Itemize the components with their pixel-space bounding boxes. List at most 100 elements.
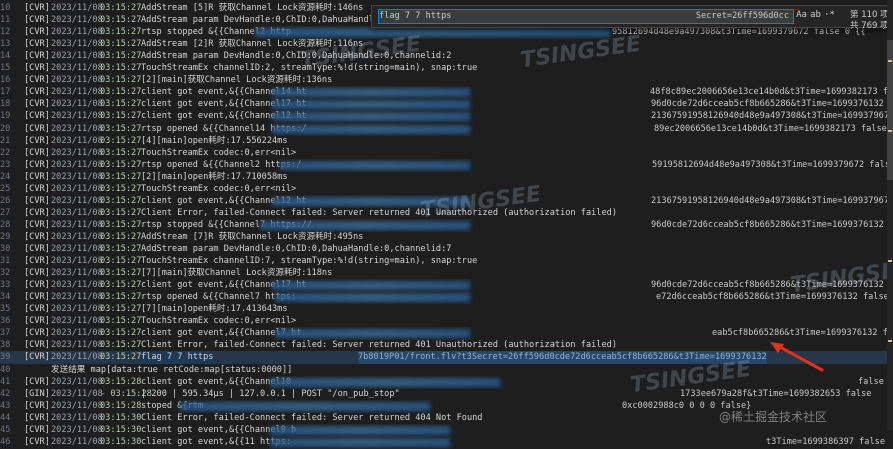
log-line[interactable]: 35 [CVR] 2023/11/08 03:15:27 [7][main]open耗时… [0,303,893,316]
log-line[interactable]: 39 [CVR] 2023/11/08 03:15:27 flag 7 7 https 7… [0,351,893,365]
log-line[interactable]: 32 [CVR] 2023/11/08 03:15:27 [7][main]获取Chan… [0,267,893,280]
log-line[interactable]: 18 [CVR] 2023/11/08 03:15:27 client got even… [0,98,893,111]
log-line[interactable]: 22 [CVR] 2023/11/08 03:15:27 TouchStreamEx c… [0,147,893,160]
log-message: AddStream [7]R 获取Channel Lock资源耗时:495ns [141,231,364,242]
log-date: 2023/11/08 [51,304,103,315]
log-line[interactable]: 46 [CVR] 2023/11/08 03:15:30 client got even… [0,436,893,449]
log-level-tag: [CVR] [24,219,50,230]
log-line[interactable]: 19 [CVR] 2023/11/08 03:15:27 client got even… [0,110,893,123]
log-line[interactable]: 30 [CVR] 2023/11/08 03:15:27 AddStream param… [0,243,893,256]
line-number: 18 [0,99,11,110]
log-message-tail: t3Time=1699386397 false [766,436,885,447]
log-line[interactable]: 17 [CVR] 2023/11/08 03:15:27 client got even… [0,86,893,99]
log-date: 2023/11/08 [51,436,103,447]
line-number: 45 [0,424,11,435]
log-time: 03:15:27 [100,316,142,327]
log-line[interactable]: 14 [CVR] 2023/11/08 03:15:27 AddStream param… [0,50,893,63]
log-line[interactable]: 45 [CVR] 2023/11/08 03:15:30 client got even… [0,424,893,437]
log-line[interactable]: 34 [CVR] 2023/11/08 03:15:27 rtsp opened &{{… [0,291,893,304]
log-time: 03:15:27 [100,171,142,182]
log-line[interactable]: 37 [CVR] 2023/11/08 03:15:27 client got even… [0,327,893,340]
log-message: TouchStreamEx codec:0,err<nil> [141,183,297,194]
line-number: 17 [0,87,11,98]
log-line[interactable]: 28 [CVR] 2023/11/08 03:15:27 rtsp stopped &{… [0,219,893,232]
log-line[interactable]: 15 [CVR] 2023/11/08 03:15:27 TouchStreamEx c… [0,62,893,75]
line-number: 46 [0,436,11,447]
log-level-tag: [CVR] [24,231,50,242]
log-time: 03:15:27 [100,3,142,13]
log-line[interactable]: 23 [CVR] 2023/11/08 03:15:27 rtsp opened &{{… [0,159,893,172]
find-widget: flag 7 7 https Secret=26ff596d0cc Aa ab … [371,5,893,31]
log-date: 2023/11/08 [51,207,103,218]
log-level-tag: [CVR] [24,171,50,182]
log-line[interactable]: 41 [CVR] 2023/11/08 03:15:28 client got even… [0,376,893,389]
log-date: 2023/11/08 [51,39,103,50]
log-level-tag: [CVR] [24,304,50,315]
line-number: 30 [0,244,11,254]
log-message: TouchStreamEx channelID:7, streamType:%!… [141,256,478,267]
log-level-tag: [CVR] [24,183,50,194]
line-number: 38 [0,340,11,351]
log-time: 03:15:27 [100,328,142,339]
log-line[interactable]: 33 [CVR] 2023/11/08 03:15:27 client got even… [0,279,893,292]
log-message: | 200 | 595.34µs | 127.0.0.1 | POST "/on… [141,388,400,399]
log-line[interactable]: 31 [CVR] 2023/11/08 03:15:27 TouchStreamEx c… [0,255,893,268]
whole-word-icon[interactable]: ab [810,10,821,21]
line-number: 37 [0,328,11,339]
log-time: 03:15:27 [100,159,142,170]
find-input[interactable]: flag 7 7 https Secret=26ff596d0cc [378,9,794,24]
line-number: 16 [0,75,11,86]
regex-icon[interactable]: ·* [824,10,835,21]
log-line[interactable]: 21 [CVR] 2023/11/08 03:15:27 [4][main]open耗时… [0,135,893,148]
log-time: 03:15:27 [100,219,142,230]
log-line[interactable]: 29 [CVR] 2023/11/08 03:15:27 AddStream [7]R … [0,231,893,244]
log-time: 03:15:27 [100,340,142,351]
find-query-tail: Secret=26ff596d0cc [695,11,789,21]
log-level-tag: [CVR] [24,207,50,218]
log-time: 03:15:30 [100,436,142,447]
vertical-scrollbar[interactable] [887,0,893,430]
log-date: 2023/11/08 [51,424,103,435]
log-level-tag: [CVR] [24,280,50,291]
log-date: 2023/11/08 [51,171,103,182]
log-level-tag: [CVR] [24,99,50,110]
line-number: 39 [0,352,11,363]
line-number: 33 [0,280,11,291]
log-message-tail: 95812694d48e9a497308&t3Time=1699379672 f… [612,27,866,38]
log-date: 2023/11/08 [51,376,103,387]
line-number: 10 [0,3,11,13]
log-line[interactable]: 42 [GIN] 2023/11/08- 03:15:28 | 200 | 595.3… [0,388,893,401]
log-line[interactable]: 36 [CVR] 2023/11/08 03:15:27 TouchStreamEx c… [0,315,893,328]
redaction-blur [260,220,470,230]
redaction-blur [180,401,430,411]
log-time: 03:15:27 [100,63,142,74]
log-time: 03:15:27 [100,51,142,62]
log-date: 2023/11/08 [51,75,103,86]
match-case-icon[interactable]: Aa [796,10,807,21]
line-number: 24 [0,171,11,182]
log-line[interactable]: 13 [CVR] 2023/11/08 03:15:27 AddStream [2]R … [0,38,893,51]
log-level-tag: [CVR] [24,328,50,339]
log-line[interactable]: 24 [CVR] 2023/11/08 03:15:27 [2][main]open耗时… [0,171,893,184]
log-level-tag: [CVR] [24,316,50,327]
log-line[interactable]: 20 [CVR] 2023/11/08 03:15:27 rtsp opened &{{… [0,123,893,136]
log-level-tag: [CVR] [24,63,50,74]
log-time: 03:15:30 [100,412,142,423]
line-number: 35 [0,304,11,315]
log-message: client got event,&{{Channel10 [141,376,292,387]
line-number: 36 [0,316,11,327]
site-watermark: @稀土掘金技术社区 [719,410,828,424]
log-message-tail: 89ec2006656e13ce14b0d&t3Time=1699382173 … [654,123,893,134]
log-time: 03:15:27 [100,280,142,291]
log-time: 03:15:27 [100,231,142,242]
log-line[interactable]: 38 [CVR] 2023/11/08 03:15:27 Client Error, f… [0,339,893,352]
redaction-blur [272,281,470,291]
line-number: 21 [0,135,11,146]
log-date: 2023/11/08 [51,147,103,158]
log-line[interactable]: 40 发送结果 map[data:true retCode:map[status:… [0,364,893,377]
log-time: 03:15:27 [100,147,142,158]
log-line[interactable]: 12 [CVR] 2023/11/08 03:15:27 rtsp stopped &{… [0,26,893,39]
log-date: 2023/11/08 [51,219,103,230]
log-time: 03:15:27 [100,304,142,315]
log-line[interactable]: 16 [CVR] 2023/11/08 03:15:27 [2][main]获取Chan… [0,74,893,87]
